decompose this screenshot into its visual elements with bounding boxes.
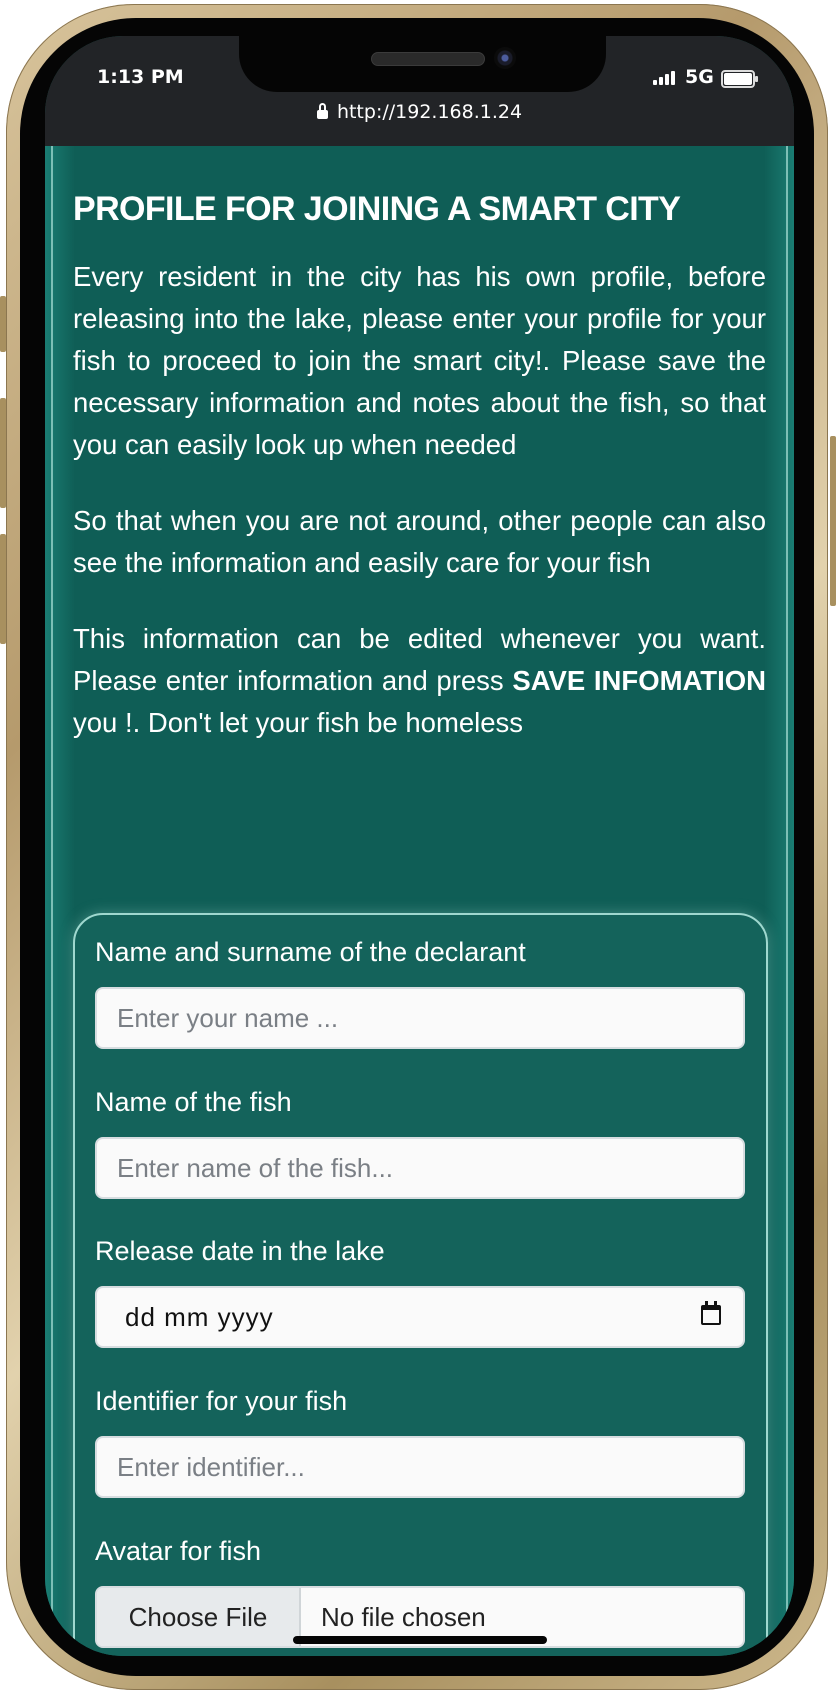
declarant-name-input[interactable]: Enter your name ... [95,987,745,1049]
power-button [830,436,836,606]
status-bar: 1:13 PM 5G http://192.168.1.24 [45,36,794,146]
fish-name-input[interactable]: Enter name of the fish... [95,1137,745,1199]
edit-text-end: you !. Don't let your fish be homeless [73,707,524,738]
choose-file-button[interactable]: Choose File [97,1588,301,1646]
phone-screen: 1:13 PM 5G http://192.168.1.24 PROFILE F… [45,36,794,1656]
page-title: PROFILE FOR JOINING A SMART CITY [73,190,681,228]
status-time: 1:13 PM [97,66,184,88]
intro-section: PROFILE FOR JOINING A SMART CITY Every r… [73,188,766,778]
declarant-label: Name and surname of the declarant [95,937,526,967]
edit-paragraph: This information can be edited whenever … [73,618,766,744]
mute-switch [0,296,6,352]
notch [239,36,606,92]
release-date-value: dd mm yyyy [125,1302,274,1332]
identifier-label: Identifier for your fish [95,1386,348,1416]
declarant-placeholder: Enter your name ... [117,1003,339,1033]
page-border-right [786,146,788,1656]
avatar-label: Avatar for fish [95,1536,262,1566]
fish-name-label: Name of the fish [95,1087,292,1117]
identifier-placeholder: Enter identifier... [117,1452,305,1482]
lock-icon [316,103,328,119]
calendar-icon[interactable] [701,1301,721,1325]
fish-name-placeholder: Enter name of the fish... [117,1153,394,1183]
page-border-left [51,146,53,1656]
speaker-grille [371,52,485,66]
battery-icon [721,70,758,88]
network-type: 5G [685,66,714,88]
save-info-highlight: SAVE INFOMATION [512,665,766,696]
home-indicator[interactable] [293,1636,547,1644]
identifier-input[interactable]: Enter identifier... [95,1436,745,1498]
intro-paragraph: Every resident in the city has his own p… [73,261,766,460]
care-paragraph: So that when you are not around, other p… [73,505,766,578]
volume-up-button [0,398,6,508]
front-camera [494,47,516,69]
release-date-input[interactable]: dd mm yyyy [95,1286,745,1348]
signal-icon [653,71,677,85]
address-bar[interactable]: http://192.168.1.24 [45,101,794,123]
volume-down-button [0,534,6,644]
release-date-label: Release date in the lake [95,1236,385,1266]
url-text[interactable]: http://192.168.1.24 [337,101,522,123]
fish-profile-form: Name and surname of the declarant Enter … [73,913,768,1656]
page-body: PROFILE FOR JOINING A SMART CITY Every r… [45,146,794,1656]
